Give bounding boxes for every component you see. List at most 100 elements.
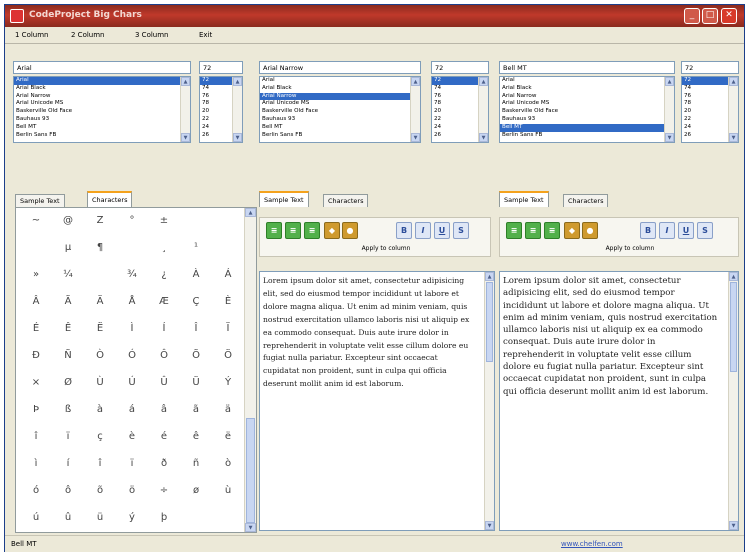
character-cell[interactable] <box>84 264 116 286</box>
character-cell[interactable]: Ä <box>84 291 116 313</box>
character-cell[interactable]: ü <box>84 507 116 529</box>
bold-button[interactable]: B <box>396 222 412 239</box>
font-list-scrollbar[interactable]: ▲ ▼ <box>664 77 674 142</box>
scroll-thumb[interactable] <box>246 418 255 523</box>
scroll-up-icon[interactable]: ▲ <box>729 77 738 86</box>
font-list-item[interactable]: Baskerville Old Face <box>500 108 674 116</box>
size-combo-2[interactable]: 72 <box>431 61 489 74</box>
character-cell[interactable] <box>212 507 244 529</box>
size-list-1[interactable]: 72 74 76 78 20 22 24 26 ▲ ▼ <box>199 76 243 143</box>
character-cell[interactable]: Ñ <box>52 345 84 367</box>
character-cell[interactable]: Í <box>148 318 180 340</box>
italic-button[interactable]: I <box>415 222 431 239</box>
character-cell[interactable]: ù <box>212 480 244 502</box>
character-cell[interactable]: ß <box>52 399 84 421</box>
character-cell[interactable]: ¸ <box>148 237 180 259</box>
font-list-item[interactable]: Bell MT <box>500 123 674 132</box>
character-cell[interactable]: Ù <box>84 372 116 394</box>
character-cell[interactable]: Ë <box>84 318 116 340</box>
font-list-item[interactable]: Arial Black <box>260 85 420 93</box>
underline-button[interactable]: U <box>434 222 450 239</box>
character-cell[interactable]: Ã <box>52 291 84 313</box>
font-list-item[interactable]: Bauhaus 93 <box>500 116 674 124</box>
sample-text-area-2[interactable]: Lorem ipsum dolor sit amet, consectetur … <box>259 271 495 531</box>
font-list-item[interactable]: Arial <box>500 77 674 85</box>
scroll-up-icon[interactable]: ▲ <box>411 77 420 86</box>
menu-2-column[interactable]: 2 Column <box>71 31 105 39</box>
title-bar[interactable]: CodeProject Big Chars _ □ ✕ <box>5 5 744 27</box>
font-list-3[interactable]: Arial Arial Black Arial Narrow Arial Uni… <box>499 76 675 143</box>
character-cell[interactable]: Ï <box>212 318 244 340</box>
character-cell[interactable]: ç <box>84 426 116 448</box>
character-cell[interactable]: ã <box>180 399 212 421</box>
align-left-button[interactable]: ≡ <box>506 222 522 239</box>
character-cell[interactable]: Ö <box>212 345 244 367</box>
size-combo-1[interactable]: 72 <box>199 61 243 74</box>
character-cell[interactable]: ê <box>180 426 212 448</box>
character-cell[interactable]: × <box>20 372 52 394</box>
character-cell[interactable]: Õ <box>180 345 212 367</box>
character-cell[interactable]: ~ <box>20 210 52 232</box>
bold-button[interactable]: B <box>640 222 656 239</box>
character-cell[interactable]: ñ <box>180 453 212 475</box>
scroll-down-icon[interactable]: ▼ <box>485 521 494 530</box>
size-list-2[interactable]: 72 74 76 78 20 22 24 26 ▲ ▼ <box>431 76 489 143</box>
character-cell[interactable]: Þ <box>20 399 52 421</box>
scroll-down-icon[interactable]: ▼ <box>729 133 738 142</box>
character-cell[interactable] <box>212 210 244 232</box>
scroll-up-icon[interactable]: ▲ <box>479 77 488 86</box>
character-cell[interactable]: ó <box>20 480 52 502</box>
character-cell[interactable]: Ý <box>212 372 244 394</box>
character-cell[interactable]: À <box>180 264 212 286</box>
character-cell[interactable]: ± <box>148 210 180 232</box>
scroll-down-icon[interactable]: ▼ <box>181 133 190 142</box>
character-cell[interactable]: ô <box>52 480 84 502</box>
character-cell[interactable]: Î <box>180 318 212 340</box>
font-list-item[interactable]: Berlin Sans FB <box>260 132 420 140</box>
close-button[interactable]: ✕ <box>721 8 737 24</box>
font-list-item[interactable]: Berlin Sans FB <box>14 132 190 140</box>
scroll-down-icon[interactable]: ▼ <box>729 521 738 530</box>
font-color-icon[interactable]: ● <box>342 222 358 239</box>
character-cell[interactable]: û <box>52 507 84 529</box>
size-list-scrollbar[interactable]: ▲ ▼ <box>232 77 242 142</box>
font-list-item[interactable]: Arial Black <box>500 85 674 93</box>
tab-characters[interactable]: Characters <box>323 194 369 207</box>
character-cell[interactable]: õ <box>84 480 116 502</box>
font-list-item[interactable]: Arial Unicode MS <box>260 100 420 108</box>
character-cell[interactable]: µ <box>52 237 84 259</box>
underline-button[interactable]: U <box>678 222 694 239</box>
character-cell[interactable]: è <box>116 426 148 448</box>
scroll-thumb[interactable] <box>486 282 493 362</box>
character-cell[interactable]: É <box>20 318 52 340</box>
scroll-up-icon[interactable]: ▲ <box>233 77 242 86</box>
fill-color-icon[interactable]: ◆ <box>564 222 580 239</box>
character-cell[interactable]: ¿ <box>148 264 180 286</box>
character-cell[interactable]: ÷ <box>148 480 180 502</box>
character-cell[interactable]: È <box>212 291 244 313</box>
character-cell[interactable]: ú <box>20 507 52 529</box>
tab-characters[interactable]: Characters <box>563 194 609 207</box>
font-list-item[interactable]: Arial Narrow <box>500 93 674 101</box>
scroll-down-icon[interactable]: ▼ <box>233 133 242 142</box>
character-cell[interactable]: ø <box>180 480 212 502</box>
character-cell[interactable]: Ü <box>180 372 212 394</box>
character-cell[interactable]: Ç <box>180 291 212 313</box>
scroll-up-icon[interactable]: ▲ <box>485 272 494 281</box>
character-cell[interactable]: ¶ <box>84 237 116 259</box>
size-list-scrollbar[interactable]: ▲ ▼ <box>478 77 488 142</box>
character-cell[interactable]: î <box>84 453 116 475</box>
status-website-link[interactable]: www.chelfen.com <box>561 540 623 548</box>
scroll-up-icon[interactable]: ▲ <box>181 77 190 86</box>
fill-color-icon[interactable]: ◆ <box>324 222 340 239</box>
align-center-button[interactable]: ≡ <box>525 222 541 239</box>
font-list-item[interactable]: Arial Narrow <box>14 93 190 101</box>
character-cell[interactable]: ï <box>52 426 84 448</box>
character-cell[interactable]: ð <box>148 453 180 475</box>
character-cell[interactable] <box>180 507 212 529</box>
font-list-item[interactable]: Baskerville Old Face <box>260 108 420 116</box>
font-list-item[interactable]: Bauhaus 93 <box>260 116 420 124</box>
character-cell[interactable]: ° <box>116 210 148 232</box>
sample-text-area-3[interactable]: Lorem ipsum dolor sit amet, consectetur … <box>499 271 739 531</box>
character-cell[interactable]: ö <box>116 480 148 502</box>
